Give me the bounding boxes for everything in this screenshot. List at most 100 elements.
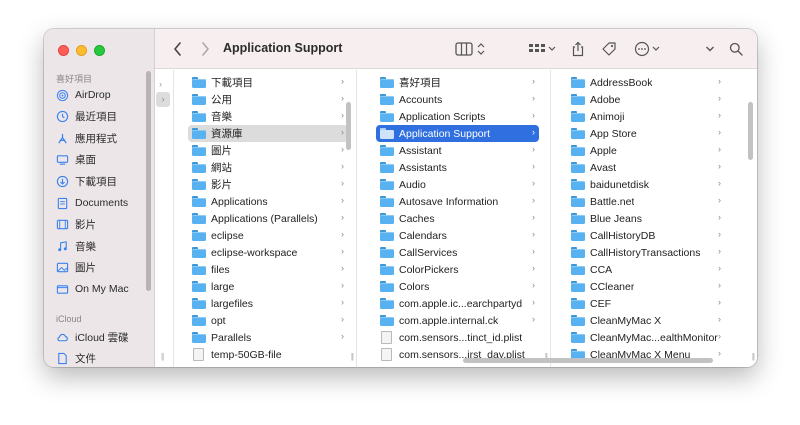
folder-row[interactable]: Assistants ›	[376, 159, 539, 176]
share-button[interactable]	[569, 39, 587, 59]
folder-row[interactable]: Avast ›	[567, 159, 725, 176]
folder-row[interactable]: com.apple.ic...earchpartyd ›	[376, 295, 539, 312]
sidebar-item[interactable]: On My Mac	[56, 279, 129, 299]
column-home: 下載項目 › 公用 › 音樂 › 資源庫 › 圖片 › 網站 › 影片 › Applications › App…	[188, 70, 357, 367]
search-button[interactable]	[727, 39, 745, 59]
chevron-right-icon[interactable]: ›	[156, 92, 170, 107]
tag-icon	[602, 42, 616, 56]
folder-row[interactable]: CCleaner ›	[567, 278, 725, 295]
tag-button[interactable]	[599, 39, 619, 59]
folder-row[interactable]: Adobe ›	[567, 91, 725, 108]
sidebar-item[interactable]: 影片	[56, 215, 96, 235]
folder-row[interactable]: Application Scripts ›	[376, 108, 539, 125]
folder-row[interactable]: Calendars ›	[376, 227, 539, 244]
folder-icon	[380, 94, 394, 105]
folder-row[interactable]: 下載項目 ›	[188, 74, 348, 91]
folder-row[interactable]: 資源庫 ›	[188, 125, 348, 142]
chevron-right-icon: ›	[341, 280, 344, 290]
sidebar-item[interactable]: 最近項目	[56, 107, 117, 127]
folder-row[interactable]: Animoji ›	[567, 108, 725, 125]
folder-row[interactable]: CEF ›	[567, 295, 725, 312]
folder-row[interactable]: Assistant ›	[376, 142, 539, 159]
zoom-button[interactable]	[94, 45, 105, 56]
folder-row[interactable]: Accounts ›	[376, 91, 539, 108]
folder-row[interactable]: 圖片 ›	[188, 142, 348, 159]
folder-row[interactable]: CallHistoryTransactions ›	[567, 244, 725, 261]
sidebar-item[interactable]: AirDrop	[56, 85, 111, 105]
chevron-right-icon: ›	[532, 127, 535, 137]
toolbar-overflow-button[interactable]	[703, 39, 717, 59]
folder-row[interactable]: 網站 ›	[188, 159, 348, 176]
folder-row[interactable]: Apple ›	[567, 142, 725, 159]
column-scrollbar[interactable]	[748, 102, 753, 160]
chevron-right-icon: ›	[341, 195, 344, 205]
folder-row[interactable]: CallServices ›	[376, 244, 539, 261]
folder-row[interactable]: CallHistoryDB ›	[567, 227, 725, 244]
folder-row[interactable]: CCA ›	[567, 261, 725, 278]
folder-row[interactable]: opt ›	[188, 312, 348, 329]
item-name: com.apple.ic...earchpartyd	[399, 297, 523, 310]
folder-row[interactable]: App Store ›	[567, 125, 725, 142]
action-menu-button[interactable]	[633, 39, 663, 59]
folder-row[interactable]: com.apple.internal.ck ›	[376, 312, 539, 329]
sidebar-item[interactable]: 下載項目	[56, 171, 117, 191]
folder-row[interactable]: Colors ›	[376, 278, 539, 295]
close-button[interactable]	[58, 45, 69, 56]
sidebar-item[interactable]: Documents	[56, 193, 128, 213]
column-resize-handle[interactable]: ||	[752, 352, 755, 361]
folder-row[interactable]: Parallels ›	[188, 329, 348, 346]
folder-row[interactable]: Blue Jeans ›	[567, 210, 725, 227]
folder-icon	[192, 315, 206, 326]
folder-row[interactable]: ColorPickers ›	[376, 261, 539, 278]
view-mode-button[interactable]	[454, 39, 488, 59]
folder-row[interactable]: 公用 ›	[188, 91, 348, 108]
sidebar-scrollbar[interactable]	[146, 71, 151, 291]
folder-row[interactable]: CleanMyMac X ›	[567, 312, 725, 329]
folder-row[interactable]: Caches ›	[376, 210, 539, 227]
folder-row[interactable]: AddressBook ›	[567, 74, 725, 91]
sidebar-item[interactable]: 應用程式	[56, 128, 117, 148]
folder-row[interactable]: large ›	[188, 278, 348, 295]
folder-icon	[571, 247, 585, 258]
back-button[interactable]	[169, 39, 185, 59]
sidebar-item[interactable]: 桌面	[56, 150, 96, 170]
sidebar-item-label: 圖片	[75, 262, 96, 275]
document-icon	[56, 197, 69, 210]
horizontal-scrollbar[interactable]	[463, 358, 713, 363]
folder-icon	[380, 145, 394, 156]
column-resize-handle[interactable]: ||	[161, 352, 164, 361]
column-resize-handle[interactable]: ||	[351, 352, 354, 361]
sidebar-item[interactable]: iCloud 雲碟	[56, 327, 129, 347]
folder-row[interactable]: files ›	[188, 261, 348, 278]
forward-button[interactable]	[197, 39, 213, 59]
folder-row[interactable]: baidunetdisk ›	[567, 176, 725, 193]
chevron-right-icon: ›	[718, 246, 721, 256]
folder-row[interactable]: Audio ›	[376, 176, 539, 193]
folder-row[interactable]: CleanMyMac...ealthMonitor ›	[567, 329, 725, 346]
folder-row[interactable]: largefiles ›	[188, 295, 348, 312]
folder-icon	[571, 332, 585, 343]
folder-row[interactable]: 音樂 ›	[188, 108, 348, 125]
group-button[interactable]	[528, 39, 558, 59]
sidebar-item-label: 最近項目	[75, 111, 117, 124]
file-row[interactable]: com.sensors...tinct_id.plist	[376, 329, 539, 346]
folder-row[interactable]: Applications ›	[188, 193, 348, 210]
folder-row[interactable]: Autosave Information ›	[376, 193, 539, 210]
minimize-button[interactable]	[76, 45, 87, 56]
folder-row[interactable]: Application Support ›	[376, 125, 539, 142]
folder-row[interactable]: 影片 ›	[188, 176, 348, 193]
sidebar-item[interactable]: 文件	[56, 349, 96, 367]
folder-row[interactable]: eclipse ›	[188, 227, 348, 244]
folder-row[interactable]: Applications (Parallels) ›	[188, 210, 348, 227]
file-row[interactable]: temp-50GB-file	[188, 346, 348, 363]
folder-icon	[571, 94, 585, 105]
column-scrollbar[interactable]	[346, 102, 351, 150]
folder-row[interactable]: 喜好項目 ›	[376, 74, 539, 91]
sidebar-item[interactable]: 音樂	[56, 236, 96, 256]
sidebar-item[interactable]: 圖片	[56, 258, 96, 278]
airdrop-icon	[56, 89, 69, 102]
chevron-right-icon: ›	[718, 144, 721, 154]
folder-row[interactable]: Battle.net ›	[567, 193, 725, 210]
folder-row[interactable]: eclipse-workspace ›	[188, 244, 348, 261]
item-name: 圖片	[211, 145, 232, 157]
